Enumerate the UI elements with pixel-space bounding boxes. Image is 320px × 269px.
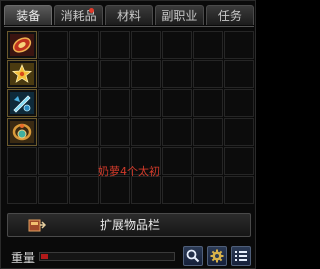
weight-bar bbox=[39, 252, 175, 261]
weight-bar-fill bbox=[41, 254, 48, 259]
inventory-slot-empty[interactable] bbox=[131, 60, 161, 88]
inventory-slot-empty[interactable] bbox=[100, 60, 130, 88]
inventory-slot-empty[interactable] bbox=[193, 60, 223, 88]
inventory-slot-empty[interactable] bbox=[162, 176, 192, 204]
inventory-slot-empty[interactable] bbox=[100, 31, 130, 59]
inventory-panel: 装备 消耗品 材料 副职业 任务 奶萝4个太初 扩展物品栏 重量 bbox=[0, 0, 256, 269]
weight-label: 重量 bbox=[11, 251, 36, 265]
inventory-slot-empty[interactable] bbox=[69, 118, 99, 146]
inventory-slot-empty[interactable] bbox=[38, 31, 68, 59]
inventory-slot-empty[interactable] bbox=[162, 31, 192, 59]
inventory-slot-empty[interactable] bbox=[193, 118, 223, 146]
tab-label: 副职业 bbox=[161, 9, 198, 23]
inventory-slot-empty[interactable] bbox=[162, 118, 192, 146]
tab-equipment[interactable]: 装备 bbox=[4, 5, 53, 25]
inventory-slot-empty[interactable] bbox=[193, 89, 223, 117]
tab-quest[interactable]: 任务 bbox=[205, 5, 255, 25]
inventory-slot-empty[interactable] bbox=[100, 118, 130, 146]
inventory-slot-empty[interactable] bbox=[193, 176, 223, 204]
inventory-slot-empty[interactable] bbox=[100, 176, 130, 204]
expand-inventory-label: 扩展物品栏 bbox=[99, 218, 160, 232]
search-button[interactable] bbox=[183, 246, 203, 266]
inventory-slot-empty[interactable] bbox=[100, 89, 130, 117]
tab-label: 任务 bbox=[217, 9, 242, 23]
tab-divider bbox=[4, 26, 254, 27]
inventory-slot-empty[interactable] bbox=[224, 89, 254, 117]
tab-materials[interactable]: 材料 bbox=[104, 5, 154, 25]
inventory-tabs: 装备 消耗品 材料 副职业 任务 bbox=[4, 5, 255, 27]
inventory-slot-empty[interactable] bbox=[224, 60, 254, 88]
inventory-slot-empty[interactable] bbox=[131, 176, 161, 204]
settings-button[interactable] bbox=[207, 246, 227, 266]
inventory-slot-empty[interactable] bbox=[193, 31, 223, 59]
inventory-slot-empty[interactable] bbox=[7, 176, 37, 204]
inventory-slot-empty[interactable] bbox=[38, 60, 68, 88]
inventory-slot-empty[interactable] bbox=[224, 176, 254, 204]
inventory-slot-empty[interactable] bbox=[69, 31, 99, 59]
new-badge-icon bbox=[88, 8, 94, 13]
tab-label: 材料 bbox=[117, 9, 142, 23]
tab-subprofession[interactable]: 副职业 bbox=[155, 5, 204, 25]
inventory-slot-empty[interactable] bbox=[162, 89, 192, 117]
inventory-slot-empty[interactable] bbox=[38, 118, 68, 146]
inventory-slot-empty[interactable] bbox=[131, 118, 161, 146]
inventory-slot-item[interactable] bbox=[7, 60, 37, 88]
inventory-slot-item[interactable] bbox=[7, 31, 37, 59]
inventory-slot-item[interactable] bbox=[7, 89, 37, 117]
inventory-slot-empty[interactable] bbox=[69, 176, 99, 204]
inventory-slot-empty[interactable] bbox=[131, 89, 161, 117]
inventory-slot-empty[interactable] bbox=[38, 176, 68, 204]
inventory-message: 奶萝4个太初 bbox=[98, 165, 160, 178]
inventory-slot-item[interactable] bbox=[7, 118, 37, 146]
expand-inventory-button[interactable]: 扩展物品栏 bbox=[7, 213, 251, 237]
tab-consumables[interactable]: 消耗品 bbox=[54, 5, 103, 25]
tab-label: 装备 bbox=[16, 9, 41, 23]
inventory-slot-empty[interactable] bbox=[69, 89, 99, 117]
inventory-slot-empty[interactable] bbox=[69, 60, 99, 88]
sort-list-button[interactable] bbox=[231, 246, 251, 266]
inventory-slot-empty[interactable] bbox=[162, 60, 192, 88]
inventory-slot-empty[interactable] bbox=[224, 118, 254, 146]
inventory-slot-empty[interactable] bbox=[38, 89, 68, 117]
inventory-slot-empty[interactable] bbox=[224, 31, 254, 59]
inventory-slot-empty[interactable] bbox=[131, 31, 161, 59]
